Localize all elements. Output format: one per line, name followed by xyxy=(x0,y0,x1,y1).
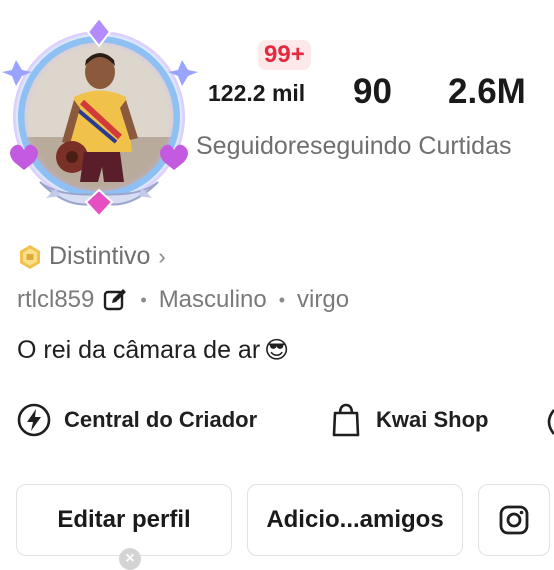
instagram-button[interactable] xyxy=(478,484,550,556)
separator-dot: • xyxy=(140,289,147,310)
more-shortcut-link[interactable] xyxy=(542,404,554,440)
kwai-shop-link[interactable]: Kwai Shop xyxy=(328,402,488,438)
gender-label: Masculino xyxy=(158,286,267,313)
central-label: Central do Criador xyxy=(64,407,258,432)
kwai-label: Kwai Shop xyxy=(376,407,489,432)
chevron-right-icon: › xyxy=(158,243,166,269)
stats-labels: Seguidoreseguindo Curtidas xyxy=(196,132,512,160)
shortcuts-row: Central do Criador Kwai Shop xyxy=(16,400,554,444)
username: rtlcl859 xyxy=(17,286,95,313)
sign-label: virgo xyxy=(297,286,350,313)
lightning-icon xyxy=(17,403,51,437)
avatar-frame-decoration xyxy=(2,16,198,217)
shopping-bag-icon xyxy=(332,403,360,437)
edit-profile-button[interactable]: Editar perfil xyxy=(16,484,232,556)
notification-count-badge[interactable]: 99+ xyxy=(258,40,311,70)
partial-shortcut-icon xyxy=(547,409,554,435)
distintivo-label: Distintivo xyxy=(49,242,151,270)
instagram-icon xyxy=(499,505,529,535)
coin-badge-icon xyxy=(20,244,40,269)
central-do-criador-link[interactable]: Central do Criador xyxy=(16,402,257,438)
likes-count[interactable]: 2.6M xyxy=(448,72,526,112)
add-friends-button[interactable]: Adicio...amigos xyxy=(247,484,463,556)
following-count[interactable]: 90 xyxy=(353,72,392,112)
avatar-with-frame[interactable] xyxy=(0,12,200,217)
edit-icon[interactable] xyxy=(102,287,128,313)
separator-dot: • xyxy=(278,289,286,310)
followers-count[interactable]: 122.2 mil xyxy=(208,80,305,107)
profile-meta-row: rtlcl859 • Masculino • virgo xyxy=(17,286,349,314)
bio-label: O rei da câmara de ar xyxy=(17,336,261,364)
close-icon[interactable]: × xyxy=(119,548,141,570)
sunglasses-emoji: 😎 xyxy=(264,337,290,364)
bio-text: O rei da câmara de ar 😎 xyxy=(17,336,289,365)
distintivo-link[interactable]: Distintivo › xyxy=(17,242,166,271)
